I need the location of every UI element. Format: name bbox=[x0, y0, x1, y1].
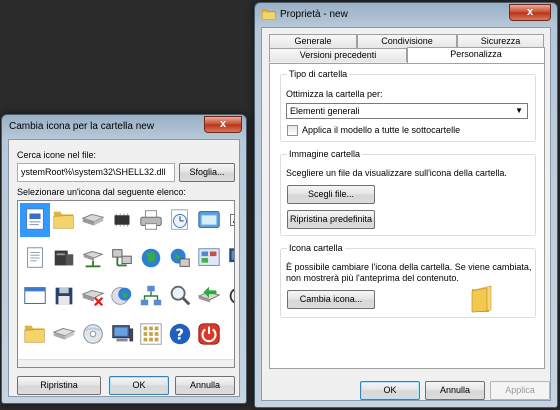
tower-computer-icon[interactable] bbox=[49, 241, 79, 275]
folder-icon-description-1: È possibile cambiare l'icona della carte… bbox=[286, 262, 532, 272]
properties-body: Generale Condivisione Sicurezza Versioni… bbox=[261, 27, 551, 401]
cd-drive-icon[interactable] bbox=[78, 317, 108, 351]
properties-close-button[interactable]: x bbox=[509, 4, 551, 21]
folder-icon-title: Icona cartella bbox=[287, 243, 345, 253]
folder-icon[interactable] bbox=[20, 317, 50, 351]
folder-type-group: Tipo di cartella Ottimizza la cartella p… bbox=[280, 69, 536, 142]
document-icon[interactable] bbox=[20, 203, 50, 237]
search-input[interactable]: ystemRoot%\system32\SHELL32.dll bbox=[17, 163, 175, 182]
apply-button[interactable]: Applica bbox=[490, 381, 550, 400]
globe-icon[interactable] bbox=[136, 241, 166, 275]
arrow-icon[interactable] bbox=[223, 203, 234, 237]
tab-versioni-precedenti[interactable]: Versioni precedenti bbox=[269, 48, 407, 62]
select-icon-label: Selezionare un'icona dal seguente elenco… bbox=[17, 187, 186, 197]
properties-titlebar[interactable]: Proprietà - new x bbox=[255, 3, 557, 27]
restore-default-button[interactable]: Ripristina predefinita bbox=[287, 210, 375, 229]
horizontal-scrollbar[interactable] bbox=[18, 359, 234, 367]
folder-icon bbox=[261, 8, 276, 22]
tab-sicurezza[interactable]: Sicurezza bbox=[457, 34, 544, 48]
folder-icon[interactable] bbox=[49, 203, 79, 237]
change-icon-body: Cerca icone nel file: ystemRoot%\system3… bbox=[8, 139, 240, 397]
apply-template-checkbox[interactable] bbox=[287, 125, 298, 136]
network-icon[interactable] bbox=[107, 241, 137, 275]
network-tree-icon[interactable] bbox=[136, 279, 166, 313]
network-drive-icon[interactable] bbox=[78, 241, 108, 275]
text-file-icon[interactable] bbox=[20, 241, 50, 275]
optimize-value: Elementi generali bbox=[290, 106, 360, 116]
computer-icon[interactable] bbox=[107, 317, 137, 351]
folder-preview-icon bbox=[469, 285, 493, 315]
cancel-button[interactable]: Annulla bbox=[425, 381, 485, 400]
cd-icon[interactable] bbox=[223, 279, 234, 313]
apply-template-label: Applica il modello a tutte le sottocarte… bbox=[302, 125, 461, 135]
change-icon-title: Cambia icona per la cartella new bbox=[9, 121, 155, 132]
tab-condivisione[interactable]: Condivisione bbox=[357, 34, 457, 48]
floppy-disk-icon[interactable] bbox=[49, 279, 79, 313]
help-icon[interactable]: ? bbox=[165, 317, 195, 351]
hard-drive-icon[interactable] bbox=[78, 203, 108, 237]
icon-list[interactable]: ?? bbox=[17, 200, 235, 368]
printer-icon[interactable] bbox=[136, 203, 166, 237]
arrow-drive-icon[interactable] bbox=[194, 279, 224, 313]
cancel-button[interactable]: Annulla bbox=[175, 376, 235, 395]
search-label: Cerca icone nel file: bbox=[17, 150, 97, 160]
restore-button[interactable]: Ripristina bbox=[17, 376, 101, 395]
magnifier-icon[interactable] bbox=[165, 279, 195, 313]
tab-personalizza[interactable]: Personalizza bbox=[407, 47, 545, 63]
folder-image-group: Immagine cartella Scegliere un file da v… bbox=[280, 149, 536, 236]
chip-icon[interactable] bbox=[107, 203, 137, 237]
optimize-label: Ottimizza la cartella per: bbox=[286, 89, 383, 99]
change-icon-window: Cambia icona per la cartella new x Cerca… bbox=[1, 114, 247, 404]
folder-image-title: Immagine cartella bbox=[287, 149, 363, 159]
change-icon-close-button[interactable]: x bbox=[204, 116, 242, 133]
chevron-down-icon: ▼ bbox=[515, 106, 523, 115]
folder-icon-description-2: non mostrerà più l'anteprima del contenu… bbox=[286, 273, 459, 283]
change-icon-titlebar[interactable]: Cambia icona per la cartella new x bbox=[2, 115, 246, 139]
folder-type-title: Tipo di cartella bbox=[287, 69, 350, 79]
grid-icon[interactable] bbox=[136, 317, 166, 351]
power-icon[interactable] bbox=[194, 317, 224, 351]
clock-icon[interactable] bbox=[165, 203, 195, 237]
window-blank-icon[interactable] bbox=[20, 279, 50, 313]
properties-window: Proprietà - new x Generale Condivisione … bbox=[254, 2, 558, 408]
tab-page-personalizza: Tipo di cartella Ottimizza la cartella p… bbox=[269, 63, 545, 369]
properties-title: Proprietà - new bbox=[280, 9, 348, 20]
folder-icon-group: Icona cartella È possibile cambiare l'ic… bbox=[280, 243, 536, 318]
optimize-select[interactable]: Elementi generali ▼ bbox=[286, 103, 528, 119]
monitor-icon[interactable]: ? bbox=[223, 241, 235, 275]
change-icon-button[interactable]: Cambia icona... bbox=[287, 290, 375, 309]
tape-drive-icon[interactable] bbox=[49, 317, 79, 351]
ok-button[interactable]: OK bbox=[360, 381, 420, 400]
folder-image-description: Scegliere un file da visualizzare sull'i… bbox=[286, 168, 507, 178]
control-panel-icon[interactable] bbox=[194, 241, 224, 275]
disconnect-drive-icon[interactable] bbox=[78, 279, 108, 313]
globe-network-icon[interactable] bbox=[165, 241, 195, 275]
choose-file-button[interactable]: Scegli file... bbox=[287, 185, 375, 204]
browse-button[interactable]: Sfoglia... bbox=[179, 163, 235, 182]
blank-icon[interactable] bbox=[223, 317, 234, 351]
cd-globe-icon[interactable] bbox=[107, 279, 137, 313]
window-icon[interactable] bbox=[194, 203, 224, 237]
ok-button[interactable]: OK bbox=[109, 376, 169, 395]
tab-generale[interactable]: Generale bbox=[269, 34, 357, 48]
svg-text:?: ? bbox=[234, 252, 235, 260]
svg-text:?: ? bbox=[175, 326, 184, 344]
